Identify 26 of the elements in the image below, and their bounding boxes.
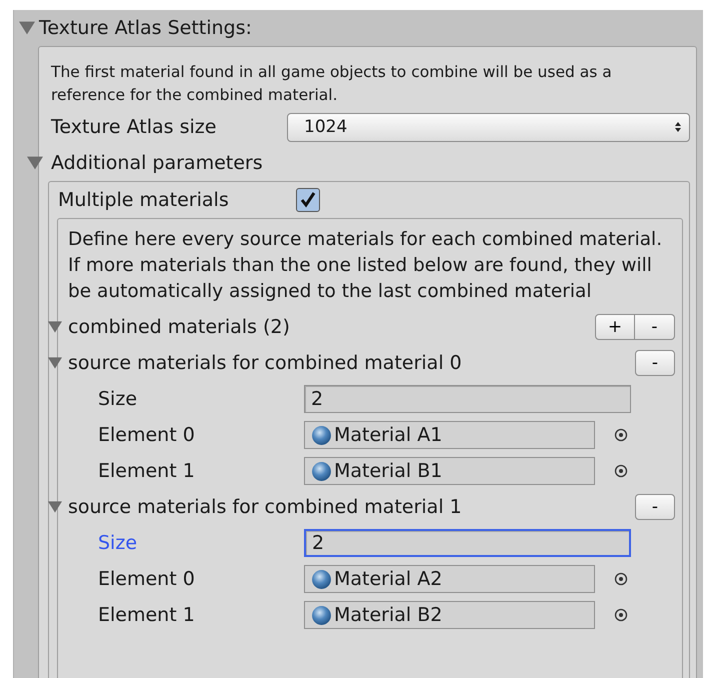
list-button[interactable]: + <box>595 314 635 340</box>
atlas-size-dropdown[interactable]: 1024 <box>287 112 690 142</box>
group-title: source materials for combined material 0 <box>68 352 463 374</box>
material-field[interactable]: Material B1 <box>304 457 595 485</box>
atlas-size-label: Texture Atlas size <box>51 116 218 138</box>
description-text: The first material found in all game objects to combine will be used as a reference for the combined material. <box>51 62 613 106</box>
size-field[interactable]: 2 <box>304 529 631 557</box>
list-button[interactable]: - <box>635 314 675 340</box>
element-label: Element 1 <box>97 604 196 626</box>
size-field[interactable]: 2 <box>304 385 631 413</box>
element-label: Element 0 <box>97 424 196 446</box>
group-title: source materials for combined material 1 <box>68 496 463 518</box>
section-title: Texture Atlas Settings: <box>39 17 252 39</box>
list-title: combined materials (2) <box>68 316 291 338</box>
element-label: Element 1 <box>97 460 196 482</box>
remove-button[interactable]: - <box>635 350 675 376</box>
size-label: Size <box>97 532 138 554</box>
element-label: Element 0 <box>97 568 196 590</box>
remove-button[interactable]: - <box>635 494 675 520</box>
material-field[interactable]: Material B2 <box>304 601 595 629</box>
help-text: Define here every source materials for each combined material. If more materials than the one listed below are found, they will be automatically assigned to the last combined material <box>68 228 664 304</box>
material-field[interactable]: Material A1 <box>304 421 595 449</box>
multiple-materials-label: Multiple materials <box>58 189 230 211</box>
section-title: Additional parameters <box>51 152 263 174</box>
material-field[interactable]: Material A2 <box>304 565 595 593</box>
size-label: Size <box>97 388 138 410</box>
